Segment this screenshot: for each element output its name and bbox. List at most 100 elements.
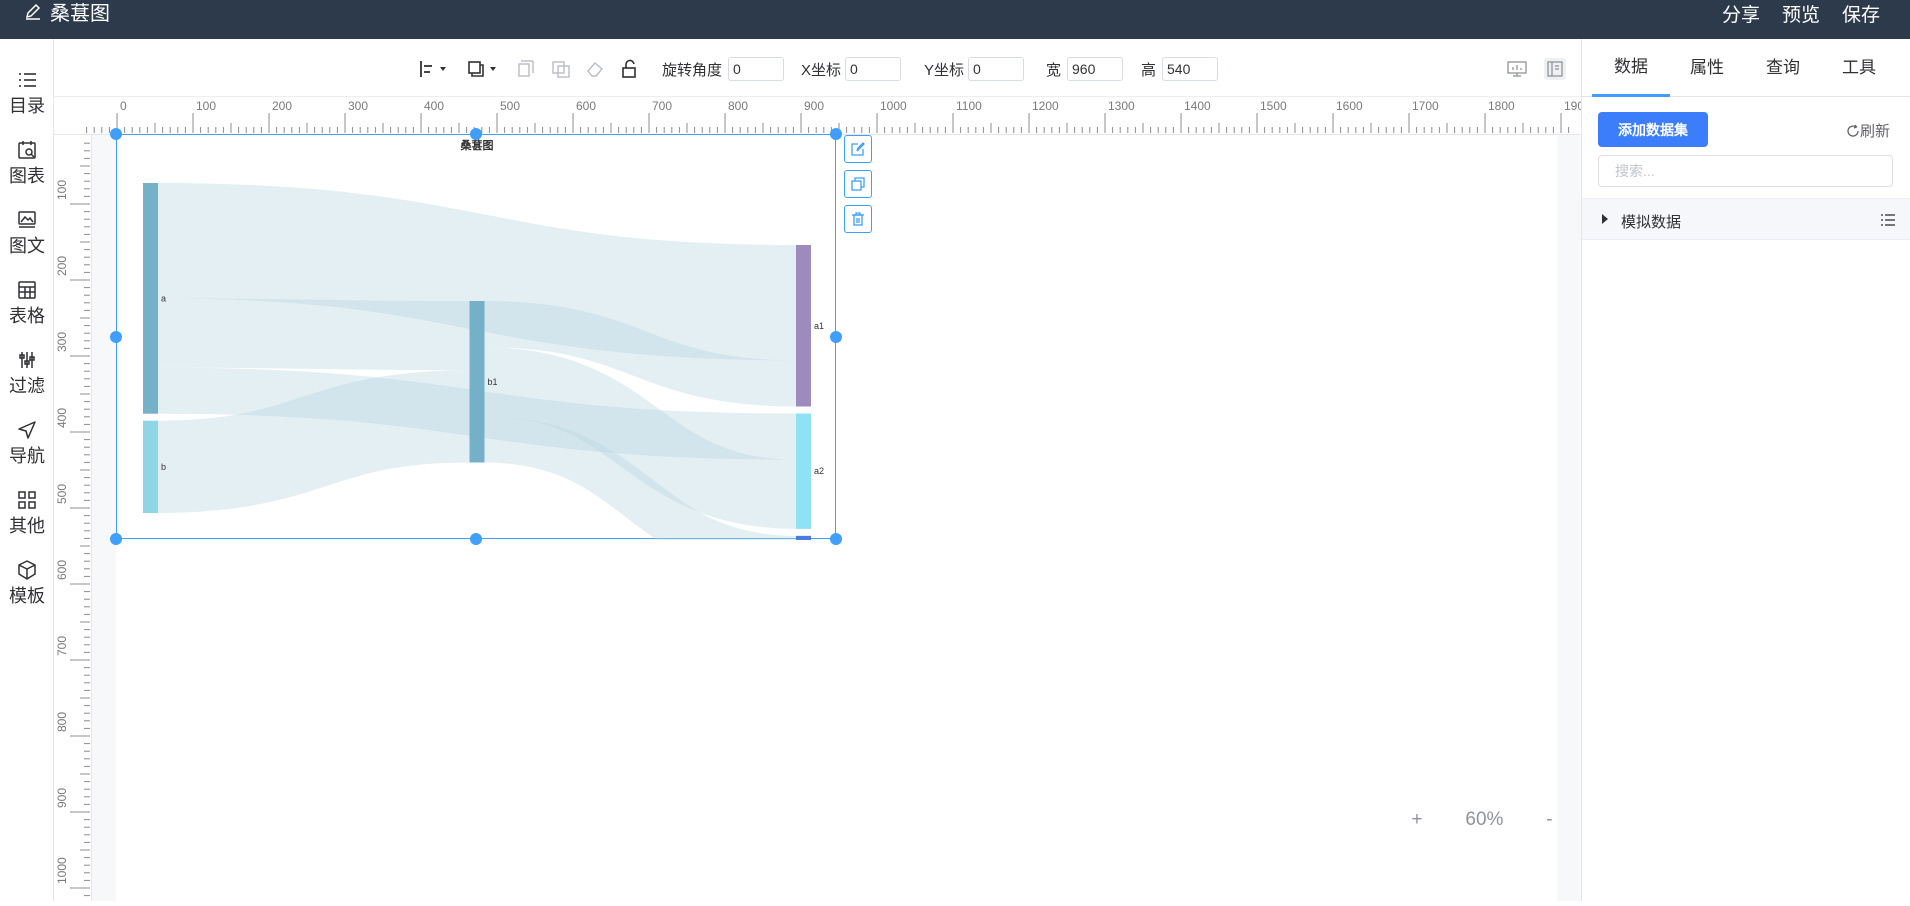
- grid-icon: [18, 491, 36, 509]
- header-actions: 分享 预览 保存: [1722, 0, 1880, 26]
- height-label: 高: [1141, 61, 1157, 79]
- list-icon[interactable]: [1880, 212, 1896, 228]
- panel-tabs: 数据 属性 查询 工具: [1582, 39, 1910, 97]
- chart-icon: [18, 141, 36, 159]
- dataset-name: 模拟数据: [1621, 214, 1682, 231]
- template-icon: [18, 560, 36, 580]
- height-input[interactable]: [1162, 57, 1219, 81]
- ruler-label: 800: [55, 712, 69, 732]
- refresh-icon: [1847, 124, 1859, 137]
- ruler-label: 1700: [1412, 99, 1439, 113]
- nav-label: 过滤: [9, 376, 45, 396]
- resize-handle-left[interactable]: [110, 331, 122, 343]
- ruler-label: 1000: [55, 857, 69, 884]
- zoom-in-button[interactable]: +: [1411, 809, 1422, 831]
- zoom-control: + 60% -: [1390, 802, 1574, 838]
- resize-handle-top-left[interactable]: [110, 128, 122, 140]
- dataset-search-input[interactable]: [1598, 155, 1893, 187]
- nav-item-image-text[interactable]: 图文: [0, 209, 54, 269]
- ruler-label: 700: [652, 99, 672, 113]
- sankey-link: [157, 183, 797, 361]
- y-input[interactable]: [968, 57, 1025, 81]
- zoom-out-button[interactable]: -: [1546, 809, 1552, 831]
- screen-mode-button[interactable]: [1506, 57, 1528, 81]
- ruler-label: 200: [272, 99, 292, 113]
- filter-icon: [19, 352, 35, 368]
- sankey-node-label: b1: [488, 377, 498, 387]
- sankey-node-label: b: [161, 462, 166, 472]
- ruler-label: 500: [500, 99, 520, 113]
- resize-handle-top[interactable]: [470, 128, 482, 140]
- resize-handle-bottom-left[interactable]: [110, 533, 122, 545]
- nav-item-chart[interactable]: 图表: [0, 139, 54, 199]
- nav-label: 表格: [9, 306, 45, 326]
- refresh-label: 刷新: [1860, 123, 1891, 140]
- refresh-button[interactable]: 刷新: [1846, 120, 1890, 141]
- caret-right-icon: [1602, 214, 1608, 224]
- preview-button[interactable]: 预览: [1782, 0, 1820, 26]
- resize-handle-bottom[interactable]: [470, 533, 482, 545]
- resize-handle-right[interactable]: [830, 331, 842, 343]
- copy-component-button[interactable]: [844, 170, 872, 198]
- nav-item-navigation[interactable]: 导航: [0, 419, 54, 479]
- tab-data[interactable]: 数据: [1592, 39, 1670, 97]
- x-label: X坐标: [801, 61, 842, 79]
- table-icon: [18, 281, 36, 299]
- nav-item-other[interactable]: 其他: [0, 489, 54, 549]
- canvas-gutter: [92, 135, 116, 901]
- share-button[interactable]: 分享: [1722, 0, 1760, 26]
- save-button[interactable]: 保存: [1842, 0, 1880, 26]
- erase-button[interactable]: [584, 57, 606, 81]
- ruler-label: 600: [55, 560, 69, 580]
- ruler-label: 300: [348, 99, 368, 113]
- canvas-scrollbar[interactable]: [1557, 135, 1581, 901]
- tab-tools[interactable]: 工具: [1820, 39, 1898, 97]
- trash-icon: [852, 212, 864, 226]
- align-dropdown[interactable]: [418, 57, 450, 81]
- sankey-node: [143, 183, 158, 414]
- dataset-item[interactable]: 模拟数据: [1582, 198, 1910, 240]
- tab-properties[interactable]: 属性: [1668, 39, 1746, 97]
- ruler-label: 1900: [1564, 99, 1581, 113]
- lock-button[interactable]: [620, 57, 640, 81]
- nav-label: 图表: [9, 166, 45, 186]
- chart-title: 桑葚图: [460, 138, 494, 152]
- vertical-ruler: 100 200 300 400 500 600 700 800 900 1000: [54, 135, 92, 901]
- layer-dropdown[interactable]: [466, 57, 502, 81]
- sankey-node: [796, 535, 811, 582]
- nav-label: 目录: [9, 96, 45, 116]
- delete-component-button[interactable]: [844, 205, 872, 233]
- copy-layer-button[interactable]: [550, 57, 572, 81]
- width-label: 宽: [1046, 61, 1062, 79]
- nav-item-table[interactable]: 表格: [0, 279, 54, 339]
- sankey-node: [143, 420, 158, 513]
- add-dataset-button[interactable]: 添加数据集: [1598, 112, 1708, 147]
- nav-item-filter[interactable]: 过滤: [0, 349, 54, 409]
- sankey-link: [157, 370, 470, 513]
- width-input[interactable]: [1067, 57, 1124, 81]
- page-mode-button[interactable]: [1544, 57, 1566, 81]
- rotate-input[interactable]: [728, 57, 785, 81]
- resize-handle-top-right[interactable]: [830, 128, 842, 140]
- sankey-chart-component[interactable]: 桑葚图abb1a1a2c: [116, 134, 836, 583]
- sankey-node: [796, 245, 811, 407]
- align-left-icon: [420, 61, 446, 77]
- nav-label: 图文: [9, 236, 45, 256]
- ruler-label: 1600: [1336, 99, 1363, 113]
- nav-item-template[interactable]: 模板: [0, 559, 54, 619]
- list-icon: [19, 73, 36, 87]
- ruler-label: 500: [55, 484, 69, 504]
- x-input[interactable]: [845, 57, 902, 81]
- edit-component-button[interactable]: [844, 135, 872, 163]
- resize-handle-bottom-right[interactable]: [830, 533, 842, 545]
- sankey-node-label: a2: [814, 466, 824, 476]
- y-label: Y坐标: [924, 61, 965, 79]
- group-icon: [518, 60, 534, 77]
- eraser-icon: [587, 62, 603, 77]
- group-button[interactable]: [516, 57, 536, 81]
- nav-item-catalog[interactable]: 目录: [0, 69, 54, 129]
- copy-icon: [851, 177, 865, 191]
- edit-icon: [25, 3, 41, 20]
- left-nav: 目录 图表 图文 表格 过滤 导航 其他 模板: [0, 39, 54, 901]
- tab-query[interactable]: 查询: [1744, 39, 1822, 97]
